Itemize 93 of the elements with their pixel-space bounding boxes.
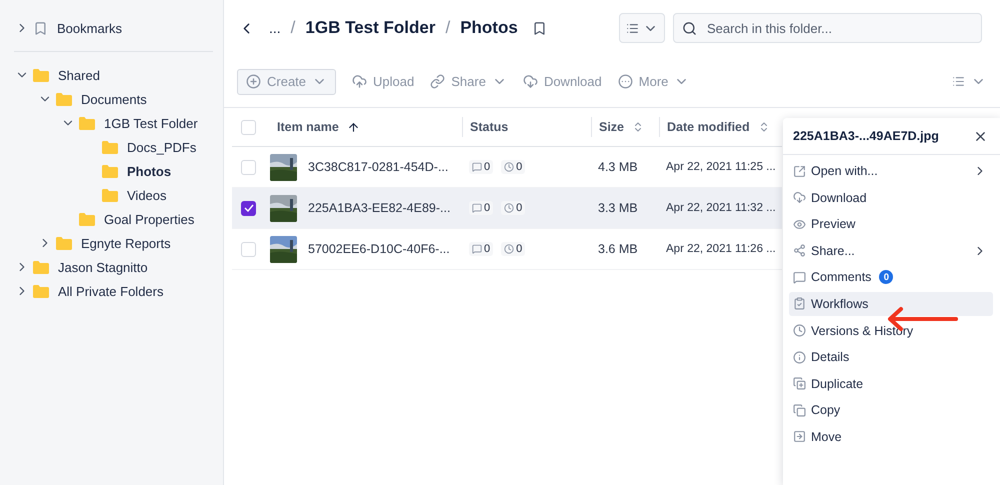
menu-item[interactable]: Comments 0 — [789, 265, 993, 290]
column-header[interactable]: Size — [599, 120, 624, 134]
cloud-download-icon — [793, 191, 806, 204]
ellipsis-icon — [618, 74, 633, 89]
folder-icon — [33, 68, 49, 82]
list-icon — [626, 22, 639, 34]
speech-bubble-icon — [472, 162, 482, 172]
clock-icon — [793, 324, 806, 338]
breadcrumb-ellipsis[interactable]: ... — [269, 20, 281, 36]
version-count: 0 — [501, 201, 526, 215]
clock-icon — [504, 162, 514, 172]
column-header[interactable]: Item name — [277, 120, 339, 134]
folder-item[interactable]: Goal Properties — [104, 212, 194, 226]
column-header[interactable]: Date modified — [667, 120, 750, 134]
link-icon — [430, 74, 446, 89]
comment-count: 0 — [469, 160, 494, 174]
search-icon — [682, 20, 697, 36]
external-link-icon — [793, 164, 806, 178]
folder-icon — [33, 260, 49, 274]
checkmark-icon — [244, 204, 254, 212]
folder-item[interactable]: Egnyte Reports — [81, 236, 171, 250]
folder-icon — [102, 164, 118, 178]
date-modified: Apr 22, 2021 11:32 ... — [665, 202, 776, 214]
folder-icon — [33, 284, 49, 298]
menu-item[interactable]: Copy — [789, 398, 993, 422]
breadcrumb-separator: / — [290, 18, 296, 38]
menu-title: 225A1BA3-...49AE7D.jpg — [793, 129, 939, 143]
folder-item[interactable]: Videos — [127, 188, 167, 202]
duplicate-icon — [793, 377, 806, 390]
menu-item[interactable]: Preview — [789, 212, 993, 236]
breadcrumb-item[interactable]: 1GB Test Folder — [305, 18, 436, 38]
bookmark-icon — [33, 20, 48, 36]
column-header[interactable]: Status — [470, 120, 508, 134]
menu-item[interactable]: Details — [789, 345, 993, 370]
folder-item[interactable]: Jason Stagnitto — [58, 260, 148, 274]
file-size: 4.3 MB — [597, 160, 639, 174]
copy-icon — [793, 404, 806, 417]
eye-icon — [793, 218, 806, 231]
file-name[interactable]: 3C38C817-0281-454D-... — [308, 160, 448, 174]
menu-item[interactable]: Workflows — [789, 292, 993, 316]
share-icon — [793, 244, 806, 258]
folder-item[interactable]: Documents — [81, 92, 147, 106]
select-all-checkbox[interactable] — [241, 120, 256, 134]
version-count: 0 — [501, 160, 526, 174]
arrow-up-icon[interactable] — [346, 120, 360, 134]
clipboard-check-icon — [793, 297, 806, 310]
file-name[interactable]: 57002EE6-D10C-40F6-... — [308, 242, 450, 256]
clock-icon — [504, 203, 514, 213]
menu-item[interactable]: Download — [789, 186, 993, 210]
folder-icon — [102, 188, 118, 202]
search-field[interactable]: Search in this folder... — [705, 20, 981, 36]
date-modified: Apr 22, 2021 11:25 ... — [665, 161, 776, 173]
file-name[interactable]: 225A1BA3-EE82-4E89-... — [308, 201, 450, 215]
bookmarks-item[interactable]: Bookmarks — [57, 20, 122, 36]
menu-item[interactable]: Duplicate — [789, 372, 993, 396]
comment-count: 0 — [469, 201, 494, 215]
date-modified: Apr 22, 2021 11:26 ... — [665, 243, 776, 255]
speech-bubble-icon — [472, 203, 482, 213]
clock-icon — [504, 244, 514, 254]
list-view-button[interactable] — [952, 74, 986, 89]
file-size: 3.6 MB — [597, 242, 639, 256]
menu-item[interactable]: Share... — [789, 238, 993, 263]
move-icon — [793, 430, 806, 444]
folder-icon — [56, 92, 72, 106]
folder-icon — [56, 236, 72, 250]
menu-item[interactable]: Move — [789, 424, 993, 449]
menu-item[interactable]: Versions & History — [789, 318, 993, 343]
folder-item[interactable]: 1GB Test Folder — [104, 116, 198, 130]
file-size: 3.3 MB — [597, 201, 639, 215]
version-count: 0 — [501, 242, 526, 256]
breadcrumb-separator: / — [445, 18, 450, 38]
comment-count: 0 — [469, 242, 494, 256]
cloud-download-icon — [522, 74, 538, 89]
bookmark-icon[interactable] — [532, 20, 547, 36]
folder-item[interactable]: Docs_PDFs — [127, 140, 196, 154]
cloud-upload-icon — [352, 74, 368, 89]
breadcrumb-item[interactable]: Photos — [460, 18, 518, 38]
folder-icon — [79, 116, 95, 130]
folder-item[interactable]: Photos — [127, 164, 172, 178]
speech-bubble-icon — [793, 270, 806, 284]
speech-bubble-icon — [472, 244, 482, 254]
folder-item[interactable]: All Private Folders — [58, 284, 164, 298]
search-box[interactable]: Search in this folder... — [673, 13, 982, 43]
info-icon — [793, 350, 806, 364]
folder-icon — [102, 140, 118, 154]
list-icon — [952, 75, 965, 88]
count-badge: 0 — [879, 270, 894, 284]
folder-icon — [79, 212, 95, 226]
menu-item[interactable]: Open with... — [789, 159, 993, 183]
view-options-button[interactable] — [619, 13, 665, 43]
row-checkbox[interactable] — [241, 200, 256, 216]
plus-circle-icon — [246, 74, 261, 89]
folder-item[interactable]: Shared — [58, 68, 100, 82]
